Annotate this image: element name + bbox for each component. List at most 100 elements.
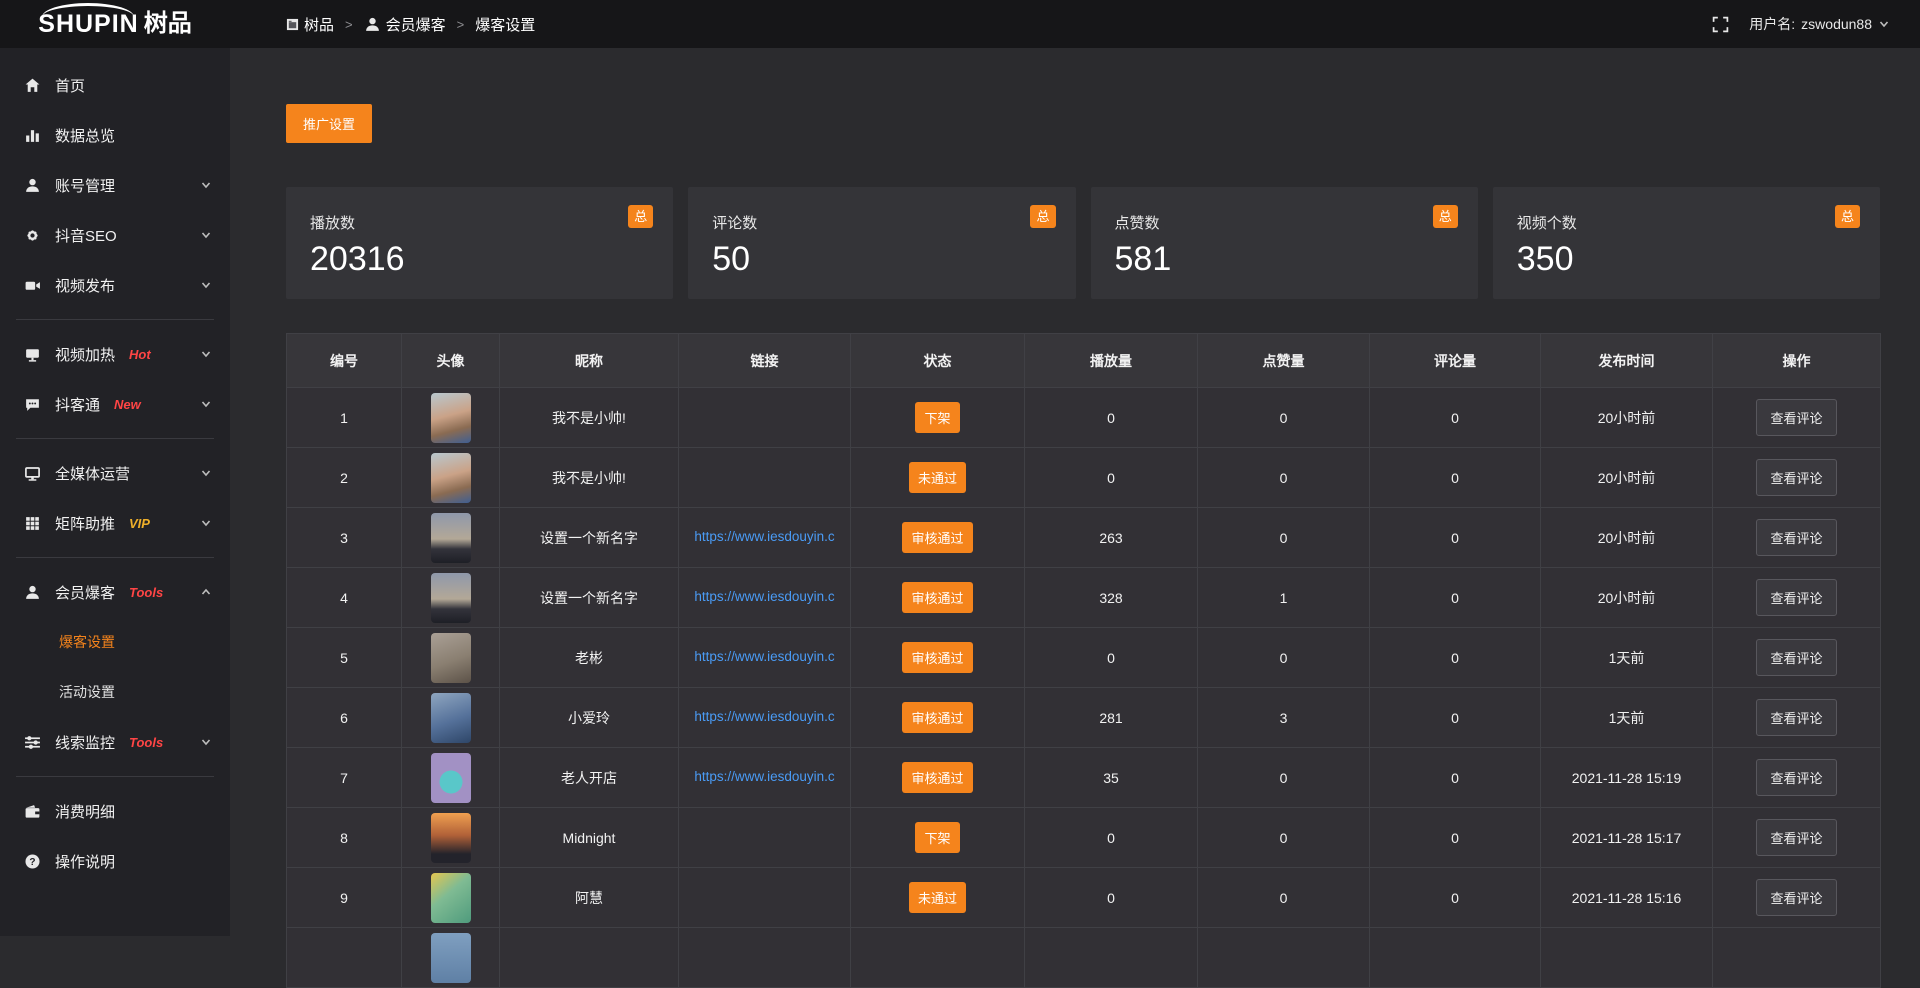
- sidebar-item[interactable]: 全媒体运营: [0, 448, 230, 498]
- sidebar-item[interactable]: 抖客通New: [0, 379, 230, 429]
- cell-nickname: 老彬: [500, 628, 679, 688]
- status-badge[interactable]: 审核通过: [902, 642, 972, 673]
- cell-status: 审核通过: [851, 568, 1025, 628]
- video-link[interactable]: https://www.iesdouyin.c: [694, 589, 834, 604]
- video-link[interactable]: https://www.iesdouyin.c: [694, 649, 834, 664]
- cell-comments: 0: [1370, 748, 1541, 808]
- breadcrumb-label: 爆客设置: [475, 14, 535, 35]
- view-comments-button[interactable]: 查看评论: [1756, 519, 1836, 556]
- cell-time: 1天前: [1541, 628, 1713, 688]
- cell-likes: 0: [1198, 388, 1370, 448]
- sidebar-item[interactable]: 抖音SEO: [0, 210, 230, 260]
- chevron-up-icon: [200, 586, 212, 598]
- video-link[interactable]: https://www.iesdouyin.c: [694, 769, 834, 784]
- sidebar-item[interactable]: ?操作说明: [0, 836, 230, 886]
- sidebar-subitem-active[interactable]: 爆客设置: [0, 617, 230, 667]
- breadcrumb-item[interactable]: 会员爆客: [364, 14, 446, 35]
- cell-nickname: Midnight: [500, 808, 679, 868]
- chevron-down-icon: [200, 348, 212, 360]
- wallet-icon: [24, 803, 42, 820]
- cell-action: [1713, 928, 1881, 988]
- view-comments-button[interactable]: 查看评论: [1756, 879, 1836, 916]
- breadcrumb-item[interactable]: 树品: [286, 14, 334, 35]
- view-comments-button[interactable]: 查看评论: [1756, 399, 1836, 436]
- view-comments-button[interactable]: 查看评论: [1756, 579, 1836, 616]
- cell-comments: 0: [1370, 808, 1541, 868]
- cell-action: 查看评论: [1713, 568, 1881, 628]
- cell-time: 2021-11-28 15:17: [1541, 808, 1713, 868]
- avatar: [431, 873, 471, 923]
- cell-status: 审核通过: [851, 628, 1025, 688]
- table-row: 2我不是小帅!未通过00020小时前查看评论: [287, 448, 1881, 508]
- display-icon: [24, 346, 42, 363]
- status-badge[interactable]: 未通过: [909, 882, 966, 913]
- sidebar-item-label: 抖音SEO: [55, 225, 117, 246]
- breadcrumb-separator: >: [345, 17, 353, 32]
- sidebar-item[interactable]: 会员爆客Tools: [0, 567, 230, 617]
- status-badge[interactable]: 审核通过: [902, 762, 972, 793]
- sidebar-item[interactable]: 消费明细: [0, 786, 230, 836]
- cell-status: 审核通过: [851, 748, 1025, 808]
- sidebar-item[interactable]: 矩阵助推VIP: [0, 498, 230, 548]
- cell-comments: 0: [1370, 868, 1541, 928]
- video-link[interactable]: https://www.iesdouyin.c: [694, 709, 834, 724]
- home-icon: [24, 77, 42, 94]
- sidebar-item[interactable]: 首页: [0, 60, 230, 110]
- video-link[interactable]: https://www.iesdouyin.c: [694, 529, 834, 544]
- view-comments-button[interactable]: 查看评论: [1756, 699, 1836, 736]
- breadcrumb: 树品>会员爆客>爆客设置: [286, 14, 535, 35]
- sliders-icon: [24, 734, 42, 751]
- column-header: 评论量: [1370, 334, 1541, 388]
- sidebar-item[interactable]: 账号管理: [0, 160, 230, 210]
- chevron-down-icon: [200, 736, 212, 748]
- bar-chart-icon: [24, 127, 42, 144]
- status-badge[interactable]: 下架: [915, 822, 959, 853]
- sidebar-item[interactable]: 视频加热Hot: [0, 329, 230, 379]
- status-badge[interactable]: 审核通过: [902, 582, 972, 613]
- fullscreen-icon[interactable]: [1712, 16, 1729, 33]
- cell-action: 查看评论: [1713, 388, 1881, 448]
- table-row: 3设置一个新名字https://www.iesdouyin.c审核通过26300…: [287, 508, 1881, 568]
- cell-likes: [1198, 928, 1370, 988]
- cell-likes: 1: [1198, 568, 1370, 628]
- stat-label: 播放数: [310, 212, 649, 233]
- sidebar-item[interactable]: 数据总览: [0, 110, 230, 160]
- view-comments-button[interactable]: 查看评论: [1756, 759, 1836, 796]
- status-badge[interactable]: 未通过: [909, 462, 966, 493]
- cell-comments: 0: [1370, 628, 1541, 688]
- cell-avatar: [402, 928, 500, 988]
- user-menu[interactable]: 用户名: zswodun88: [1749, 14, 1890, 34]
- sidebar-item[interactable]: 线索监控Tools: [0, 717, 230, 767]
- status-badge[interactable]: 审核通过: [902, 522, 972, 553]
- view-comments-button[interactable]: 查看评论: [1756, 639, 1836, 676]
- breadcrumb-label: 会员爆客: [386, 14, 446, 35]
- cell-comments: 0: [1370, 388, 1541, 448]
- cell-likes: 0: [1198, 748, 1370, 808]
- cell-action: 查看评论: [1713, 628, 1881, 688]
- sidebar: 首页数据总览账号管理抖音SEO 视频发布视频加热Hot抖客通New 全媒体运营矩阵助…: [0, 48, 230, 936]
- status-badge[interactable]: 审核通过: [902, 702, 972, 733]
- stat-label: 点赞数: [1115, 212, 1454, 233]
- breadcrumb-item[interactable]: 爆客设置: [475, 14, 535, 35]
- logo-text-cn: 树品: [144, 12, 192, 36]
- cell-plays: 0: [1025, 868, 1198, 928]
- cell-nickname: 老人开店: [500, 748, 679, 808]
- sidebar-item-badge: Tools: [129, 585, 163, 600]
- status-badge[interactable]: 下架: [915, 402, 959, 433]
- sidebar-item-label: 视频加热: [55, 344, 115, 365]
- cell-link: https://www.iesdouyin.c: [679, 628, 851, 688]
- sidebar-divider: [16, 438, 214, 439]
- cell-link: https://www.iesdouyin.c: [679, 568, 851, 628]
- total-badge: 总: [1433, 205, 1458, 228]
- view-comments-button[interactable]: 查看评论: [1756, 459, 1836, 496]
- view-comments-button[interactable]: 查看评论: [1756, 819, 1836, 856]
- sidebar-subitem[interactable]: 活动设置: [0, 667, 230, 717]
- cell-time: 1天前: [1541, 688, 1713, 748]
- cell-avatar: [402, 628, 500, 688]
- table-row: 6小爱玲https://www.iesdouyin.c审核通过281301天前查…: [287, 688, 1881, 748]
- sidebar-subitem-label: 活动设置: [59, 682, 115, 702]
- sidebar-item[interactable]: 视频发布: [0, 260, 230, 310]
- promo-settings-button[interactable]: 推广设置: [286, 104, 372, 143]
- cell-action: 查看评论: [1713, 448, 1881, 508]
- cell-link: [679, 808, 851, 868]
